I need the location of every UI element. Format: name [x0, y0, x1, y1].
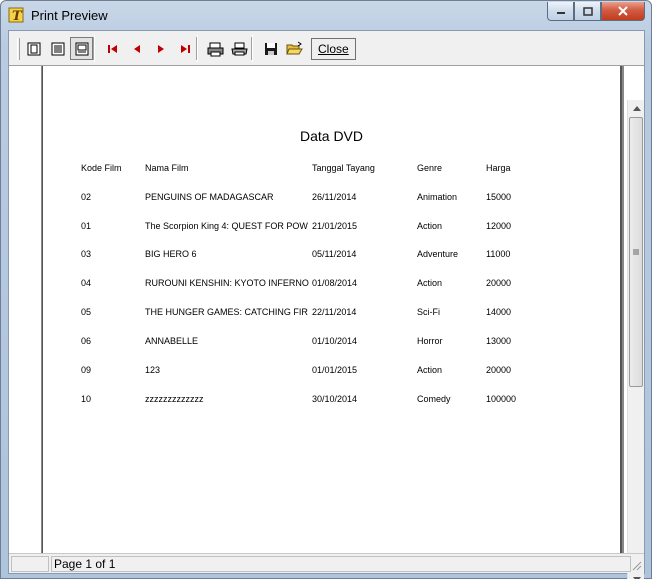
page-width-button[interactable]: [70, 37, 93, 60]
close-window-button[interactable]: [601, 2, 645, 21]
print-icon: [230, 42, 248, 55]
header-harga: Harga: [486, 163, 511, 173]
print-setup-icon: [207, 42, 223, 56]
next-page-icon: [157, 44, 164, 53]
status-pane-blank: [11, 556, 49, 572]
next-page-button[interactable]: [149, 37, 172, 60]
minimize-button[interactable]: [547, 2, 574, 21]
window-title: Print Preview: [31, 8, 108, 23]
close-icon: [618, 6, 628, 16]
first-page-icon: [107, 44, 117, 53]
grip-lines-icon: [633, 249, 639, 255]
header-kode: Kode Film: [81, 163, 122, 173]
print-preview-window: T Print Preview Close Data DVD Kode Film…: [0, 0, 652, 579]
vertical-scrollbar[interactable]: [627, 100, 644, 579]
single-page-button[interactable]: [22, 37, 45, 60]
save-icon: [264, 42, 277, 55]
maximize-icon: [582, 6, 593, 16]
single-page-icon: [27, 42, 40, 55]
open-icon: [285, 41, 303, 54]
multi-page-button[interactable]: [46, 37, 69, 60]
table-row: 10 zzzzzzzzzzzzz 30/10/2014 Comedy 10000…: [81, 394, 517, 404]
preview-area[interactable]: Data DVD Kode Film Nama Film Tanggal Tay…: [9, 65, 644, 579]
open-button[interactable]: [283, 37, 306, 60]
app-icon: T: [8, 7, 24, 24]
header-tanggal: Tanggal Tayang: [312, 163, 375, 173]
table-row: 05 THE HUNGER GAMES: CATCHING FIR 22/11/…: [81, 307, 512, 317]
page-indicator: Page 1 of 1: [51, 556, 631, 572]
toolbar-grip[interactable]: [17, 37, 20, 60]
scroll-thumb[interactable]: [629, 117, 643, 387]
report-title: Data DVD: [299, 128, 364, 144]
report-page: Data DVD Kode Film Nama Film Tanggal Tay…: [42, 66, 622, 554]
prev-page-icon: [133, 44, 140, 53]
multi-page-icon: [51, 42, 64, 55]
table-row: 02 PENGUINS OF MADAGASCAR 26/11/2014 Ani…: [81, 192, 512, 202]
resize-grip-icon[interactable]: [630, 559, 642, 571]
client-area: Close Data DVD Kode Film Nama Film Tangg…: [8, 30, 645, 579]
toolbar: Close: [13, 34, 641, 63]
table-row: 09 123 01/01/2015 Action 20000: [81, 365, 512, 375]
print-button[interactable]: [228, 37, 251, 60]
table-row: 03 BIG HERO 6 05/11/2014 Adventure 11000: [81, 249, 511, 259]
header-genre: Genre: [417, 163, 443, 173]
page-width-icon: [75, 42, 88, 55]
status-bar: Page 1 of 1: [9, 553, 644, 573]
minimize-icon: [556, 12, 565, 14]
prev-page-button[interactable]: [125, 37, 148, 60]
title-bar[interactable]: T Print Preview: [1, 1, 651, 29]
print-setup-button[interactable]: [204, 37, 227, 60]
header-nama: Nama Film: [145, 163, 189, 173]
close-button[interactable]: Close: [311, 37, 356, 60]
table-row: 01 The Scorpion King 4: QUEST FOR POW 21…: [81, 221, 512, 231]
svg-text:T: T: [12, 9, 23, 24]
save-button[interactable]: [259, 37, 282, 60]
table-row: 06 ANNABELLE 01/10/2014 Horror 13000: [81, 336, 512, 346]
last-page-icon: [180, 44, 190, 53]
scroll-up-icon: [632, 106, 641, 111]
maximize-button[interactable]: [574, 2, 601, 21]
scroll-up-button[interactable]: [628, 100, 645, 117]
table-row: 04 RUROUNI KENSHIN: KYOTO INFERNO 01/08/…: [81, 278, 512, 288]
report-header-row: Kode Film Nama Film Tanggal Tayang Genre…: [43, 163, 620, 177]
last-page-button[interactable]: [173, 37, 196, 60]
first-page-button[interactable]: [101, 37, 124, 60]
